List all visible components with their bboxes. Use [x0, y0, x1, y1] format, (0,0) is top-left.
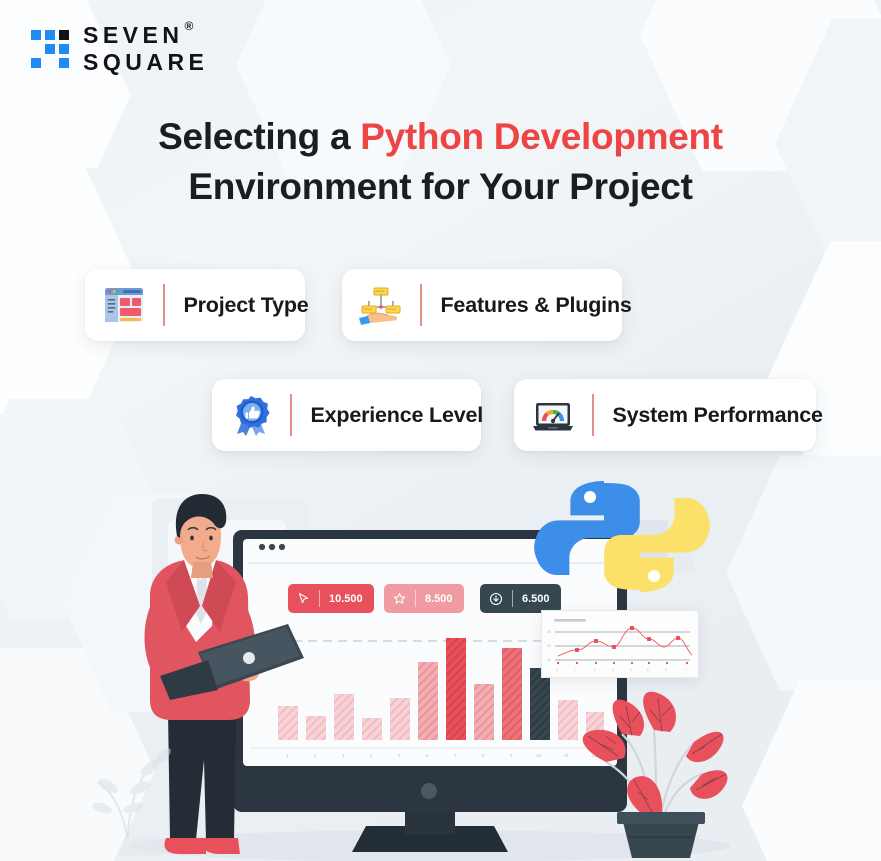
stat-badge-clicks[interactable]: 10.500 — [288, 584, 374, 613]
svg-text:1: 1 — [575, 668, 577, 672]
hero-illustration: 10.000 — [92, 481, 730, 861]
svg-text:7: 7 — [685, 668, 687, 672]
svg-text:20: 20 — [547, 644, 551, 648]
svg-text:30: 30 — [547, 630, 551, 634]
svg-text:0: 0 — [556, 668, 558, 672]
infographic-canvas: SEVEN ® SQUARE Selecting a Python Develop… — [0, 0, 881, 861]
stat-badge-value: 10.500 — [329, 592, 363, 605]
stat-badge-value: 6.500 — [522, 592, 550, 605]
stat-badge-downloads[interactable]: 6.500 — [480, 584, 561, 613]
badge-separator — [319, 590, 320, 607]
stat-badge-favorites[interactable]: 8.500 — [384, 584, 464, 613]
cursor-icon — [297, 592, 310, 605]
svg-text:10: 10 — [536, 753, 542, 758]
svg-text:6: 6 — [665, 668, 667, 672]
svg-text:2: 2 — [594, 668, 596, 672]
svg-text:10: 10 — [547, 658, 551, 662]
svg-text:3: 3 — [612, 668, 614, 672]
window-dots-icon — [258, 543, 286, 551]
svg-text:5: 5 — [647, 668, 649, 672]
svg-text:4: 4 — [630, 668, 632, 672]
badge-separator — [415, 590, 416, 607]
mini-line-chart-card[interactable]: 30 20 10 0 1 2 3 4 5 6 7 — [541, 610, 699, 678]
badge-separator — [512, 590, 513, 607]
stat-badge-value: 8.500 — [425, 592, 453, 605]
download-icon — [489, 592, 503, 606]
svg-text:11: 11 — [564, 753, 569, 758]
mini-line-chart: 30 20 10 0 1 2 3 4 5 6 7 — [547, 619, 693, 672]
star-icon — [393, 592, 406, 605]
